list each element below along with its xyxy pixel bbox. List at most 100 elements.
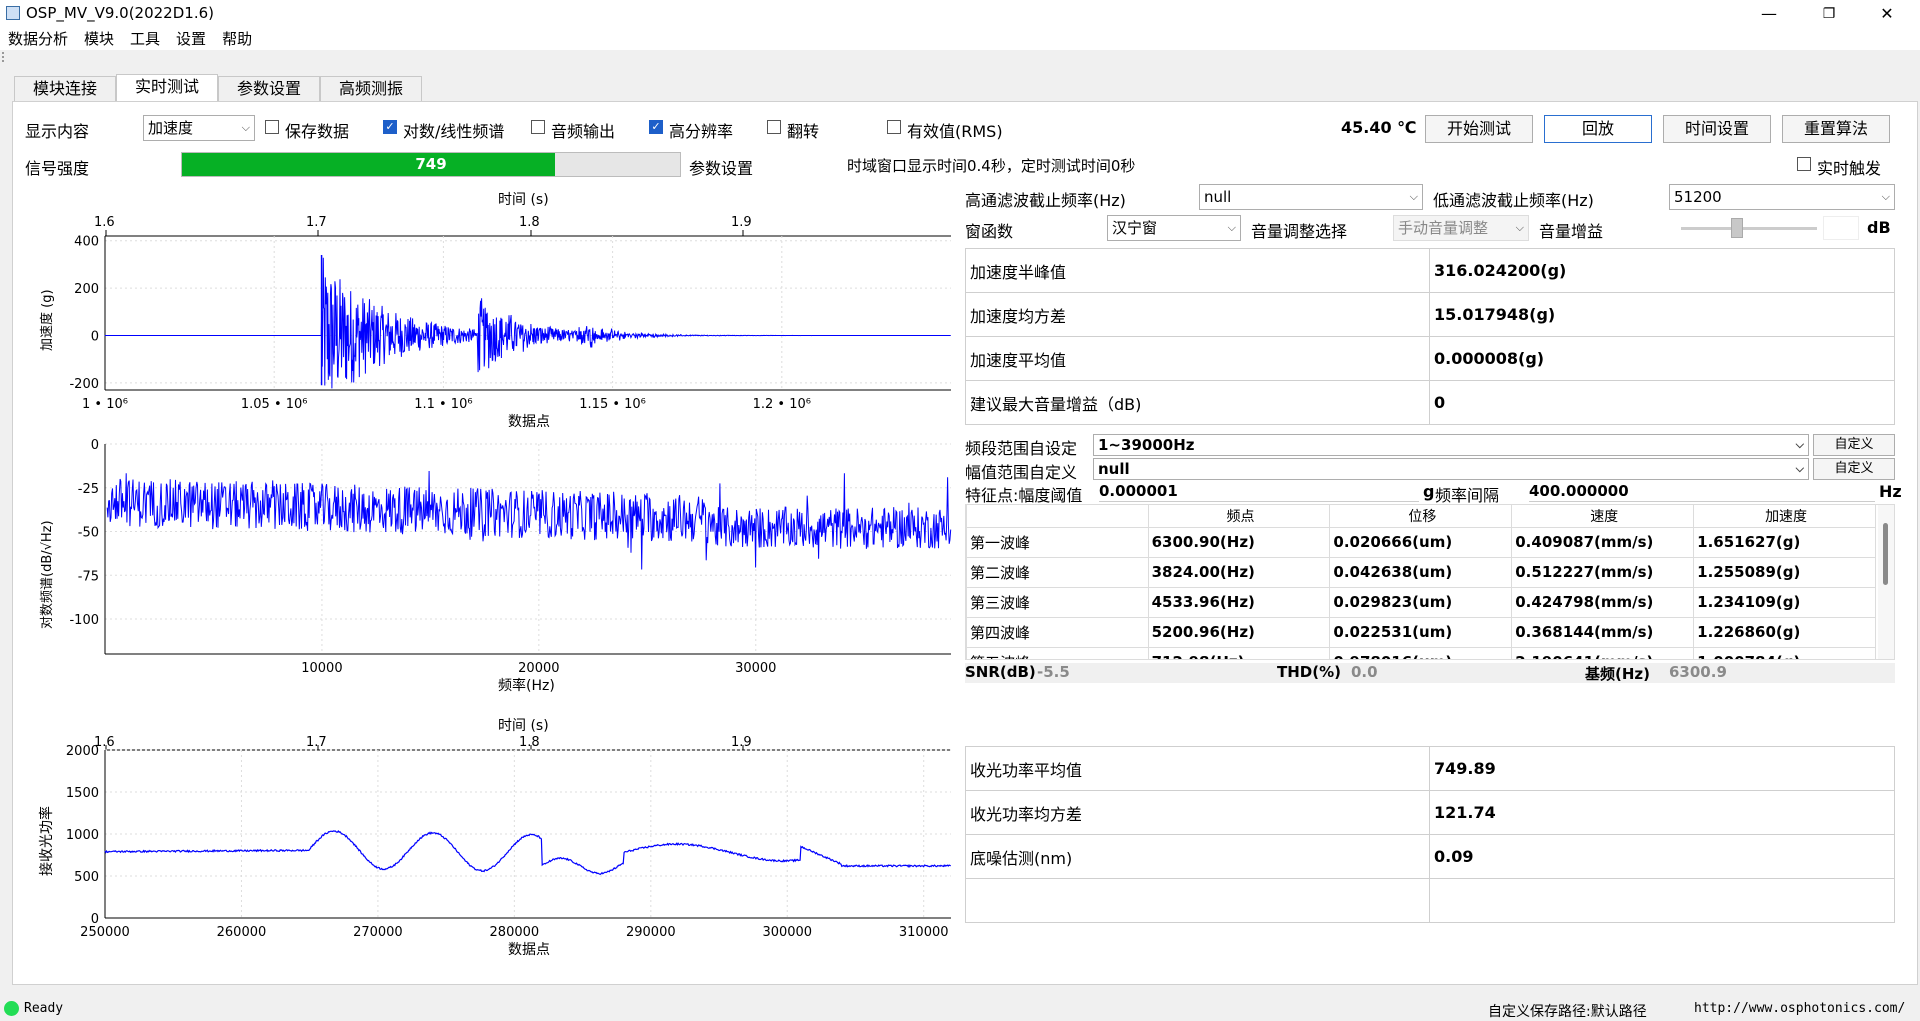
status-ok-icon	[4, 1001, 19, 1016]
peak-value: 0.409087(mm/s)	[1511, 526, 1695, 558]
snr-label: SNR(dB)	[965, 663, 1036, 681]
table-row[interactable]: 第二波峰 3824.00(Hz) 0.042638(um) 0.512227(mm/s…	[966, 556, 1876, 588]
table-row[interactable]: 第三波峰 4533.96(Hz) 0.029823(um) 0.424798(mm/s…	[966, 586, 1876, 618]
stat-label: 底噪估测(nm)	[965, 834, 1430, 879]
window-function-select[interactable]: 汉宁窗 ⌵	[1107, 215, 1241, 241]
top-tick-label: 1.7	[306, 215, 327, 230]
snr-row: SNR(dB) -5.5 THD(%) 0.0 基频(Hz) 6300.9	[965, 663, 1895, 683]
volume-gain-input[interactable]	[1823, 216, 1859, 240]
y-tick-label: -200	[69, 377, 99, 392]
y-tick-label: 500	[74, 870, 99, 885]
peaks-scrollbar-thumb[interactable]	[1883, 523, 1888, 585]
freq-interval-input[interactable]: 400.000000	[1529, 482, 1875, 502]
peak-value: 1.000784(g)	[1693, 646, 1876, 659]
table-row[interactable]: 第一波峰 6300.90(Hz) 0.020666(um) 0.409087(mm/s…	[966, 526, 1876, 558]
table-row[interactable]: 第四波峰 5200.96(Hz) 0.022531(um) 0.368144(mm/s…	[966, 616, 1876, 648]
save-data-label: 保存数据	[285, 122, 350, 141]
tab-param-settings[interactable]: 参数设置	[218, 76, 320, 102]
menu-settings[interactable]: 设置	[176, 28, 206, 50]
flip-label: 翻转	[787, 122, 820, 141]
stat-value: 0	[1429, 380, 1895, 425]
table-row[interactable]: 第五波峰712.98(Hz)0.978016(um)2.190641(mm/s)…	[966, 646, 1876, 659]
peak-value: 3824.00(Hz)	[1147, 556, 1331, 588]
flip-checkbox[interactable]	[767, 120, 781, 134]
y-tick-label: 0	[91, 438, 99, 453]
amp-range-label: 幅值范围自定义	[965, 463, 1078, 482]
rms-checkbox[interactable]	[887, 120, 901, 134]
optical-power-series-line	[104, 829, 952, 875]
chevron-down-icon: ⌵	[1795, 462, 1804, 475]
tab-module-connect[interactable]: 模块连接	[14, 76, 116, 102]
menu-data-analysis[interactable]: 数据分析	[8, 28, 68, 50]
menu-tools[interactable]: 工具	[130, 28, 160, 50]
feature-threshold-input[interactable]: 0.000001	[1099, 482, 1419, 502]
x-tick-label: 30000	[735, 661, 776, 676]
freq-interval-label: 频率间隔	[1435, 486, 1500, 505]
peak-name: 第一波峰	[966, 526, 1149, 558]
volume-adjust-select[interactable]: 手动音量调整 ⌵	[1393, 215, 1529, 241]
maximize-button[interactable]: ❐	[1806, 0, 1852, 28]
playback-button[interactable]: 回放	[1544, 115, 1652, 143]
freq-range-custom-button[interactable]: 自定义	[1813, 434, 1895, 456]
amp-range-custom-button[interactable]: 自定义	[1813, 458, 1895, 480]
time-window-info: 时域窗口显示时间0.4秒，定时测试时间0秒	[847, 157, 1136, 175]
volume-gain-label: 音量增益	[1539, 222, 1604, 241]
display-content-value: 加速度	[148, 119, 194, 137]
lp-filter-select[interactable]: 51200 ⌵	[1669, 184, 1895, 210]
peak-value: 2.190641(mm/s)	[1511, 646, 1695, 659]
top-tick-label: 1.8	[519, 215, 540, 230]
menu-module[interactable]: 模块	[84, 28, 114, 50]
time-settings-button[interactable]: 时间设置	[1663, 115, 1771, 143]
audio-output-checkbox[interactable]	[531, 120, 545, 134]
stat-value: 15.017948(g)	[1429, 292, 1895, 337]
x-tick-label: 250000	[80, 925, 130, 940]
peaks-table: 频点 位移 速度 加速度 第一波峰 6300.90(Hz) 0.020666(um) 0.40…	[966, 505, 1876, 659]
tab-realtime-test[interactable]: 实时测试	[116, 74, 218, 102]
window-function-value: 汉宁窗	[1112, 219, 1158, 237]
peaks-scrollbar[interactable]	[1878, 505, 1894, 659]
y-tick-label: 1500	[66, 786, 99, 801]
peak-value: 6300.90(Hz)	[1147, 526, 1331, 558]
param-settings-label: 参数设置	[689, 159, 754, 178]
rms-label: 有效值(RMS)	[907, 122, 1003, 141]
freq-range-select[interactable]: 1~39000Hz ⌵	[1093, 434, 1809, 456]
optical-power-chart-svg: 时间 (s)1.6 1.7 1.8 1.92000150010005000250000…	[38, 718, 952, 958]
peak-value: 712.98(Hz)	[1147, 646, 1331, 659]
start-test-button[interactable]: 开始测试	[1425, 115, 1533, 143]
table-row: 加速度半峰值 316.024200(g)	[965, 248, 1895, 293]
website-link[interactable]: http://www.osphotonics.com/	[1694, 1001, 1905, 1016]
stat-label	[965, 878, 1430, 923]
volume-gain-slider-track[interactable]	[1681, 227, 1817, 230]
spectrum-chart-svg: 0 -25 -50 -75 -100 10000 20000 30000 频率(Hz) 对数频谱(…	[40, 438, 952, 694]
base-freq-label: 基频(Hz)	[1585, 665, 1650, 683]
display-content-select[interactable]: 加速度 ⌵	[143, 115, 255, 141]
stat-label: 加速度平均值	[965, 336, 1430, 381]
minimize-button[interactable]: —	[1746, 0, 1792, 28]
x-tick-label: 310000	[899, 925, 949, 940]
y-tick-label: 400	[74, 235, 99, 250]
x-axis-label: 频率(Hz)	[498, 677, 555, 694]
stat-label: 建议最大音量增益（dB)	[965, 380, 1430, 425]
hp-filter-select[interactable]: null ⌵	[1199, 184, 1423, 210]
x-tick-label: 1.1 • 10⁶	[414, 397, 472, 412]
save-path-text: 自定义保存路径:默认路径	[1488, 1004, 1647, 1020]
base-freq-value: 6300.9	[1669, 663, 1727, 681]
close-button[interactable]: ✕	[1864, 0, 1910, 28]
log-linear-checkbox[interactable]: ✓	[383, 120, 397, 134]
amp-range-select[interactable]: null ⌵	[1093, 458, 1809, 480]
feature-threshold-unit: g	[1423, 482, 1435, 501]
volume-gain-slider-handle[interactable]	[1731, 218, 1743, 238]
y-tick-label: 200	[74, 282, 99, 297]
save-data-checkbox[interactable]	[265, 120, 279, 134]
reset-algorithm-button[interactable]: 重置算法	[1782, 115, 1890, 143]
tab-hf-vibration[interactable]: 高频测振	[320, 76, 422, 102]
x-tick-label: 1.2 • 10⁶	[753, 397, 811, 412]
column-header: 速度	[1511, 505, 1695, 528]
peak-value: 0.029823(um)	[1329, 586, 1513, 618]
menu-help[interactable]: 帮助	[222, 28, 252, 50]
x-tick-label: 300000	[762, 925, 812, 940]
realtime-trigger-checkbox[interactable]	[1797, 157, 1811, 171]
stat-label: 加速度半峰值	[965, 248, 1430, 293]
high-res-checkbox[interactable]: ✓	[649, 120, 663, 134]
peak-value: 0.020666(um)	[1329, 526, 1513, 558]
